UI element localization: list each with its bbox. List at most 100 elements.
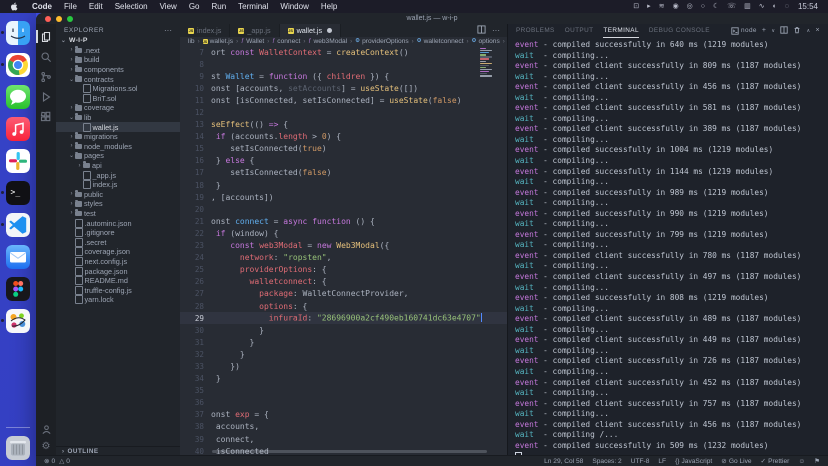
menu-item-go[interactable]: Go [183, 2, 206, 11]
zoom-window-button[interactable] [67, 16, 73, 22]
messages-icon[interactable] [6, 85, 30, 109]
record-icon[interactable]: ◉ [673, 3, 679, 10]
art-icon[interactable] [1, 309, 30, 333]
menu-item-window[interactable]: Window [274, 2, 314, 11]
tab-_appjs[interactable]: JS _app.js [230, 24, 280, 37]
notifications-bell-icon[interactable]: ⚑ [814, 457, 820, 465]
code-line[interactable]: 31 } [180, 336, 507, 348]
code-line[interactable]: 11 onst [isConnected, setIsConnected] = u… [180, 94, 507, 106]
code-editor[interactable]: 7 ort const WalletContext = createContext… [180, 46, 507, 456]
file-tree-item[interactable]: index.js [56, 180, 180, 190]
terminal-icon[interactable]: >_ [1, 181, 30, 205]
warnings-indicator[interactable]: △ 0 [59, 457, 70, 466]
menu-item-run[interactable]: Run [205, 2, 232, 11]
file-tree-item[interactable]: yarn.lock [56, 295, 180, 305]
file-tree-root[interactable]: ⌄ W-I-P [56, 36, 180, 46]
code-line[interactable]: 37 onst exp = { [180, 409, 507, 421]
menu-item-edit[interactable]: Edit [83, 2, 109, 11]
status-cursor-position[interactable]: Ln 29, Col 58 [544, 458, 583, 465]
code-line[interactable]: 17 setIsConnected(false) [180, 167, 507, 179]
siri-icon[interactable]: ◌ [785, 3, 789, 10]
file-tree-item[interactable]: ⌄ lib [56, 113, 180, 123]
file-tree-item[interactable]: .gitignore [56, 228, 180, 238]
close-window-button[interactable] [45, 16, 51, 22]
code-line[interactable]: 9 st Wallet = function ({ children }) { [180, 70, 507, 82]
code-line[interactable]: 15 setIsConnected(true) [180, 143, 507, 155]
code-line[interactable]: 13 seEffect(() => { [180, 119, 507, 131]
file-tree-item[interactable]: › build [56, 55, 180, 65]
breadcrumb-item-wallet.js[interactable]: JS wallet.js [202, 38, 233, 45]
terminal-output[interactable]: event - compiled successfully in 640 ms … [508, 37, 828, 456]
panel-tab-debug-console[interactable]: DEBUG CONSOLE [649, 24, 710, 38]
menu-item-help[interactable]: Help [315, 2, 343, 11]
code-line[interactable]: 22 if (window) { [180, 227, 507, 239]
code-line[interactable]: 38 accounts, [180, 421, 507, 433]
vscode-icon[interactable] [1, 213, 30, 237]
file-tree-item[interactable]: .secret [56, 237, 180, 247]
kill-terminal-icon[interactable] [793, 26, 801, 36]
code-line[interactable]: 18 } [180, 179, 507, 191]
finder-icon[interactable] [1, 21, 30, 45]
mail-icon[interactable] [6, 245, 30, 269]
editor-more-actions-icon[interactable]: ··· [492, 26, 500, 35]
camera-icon[interactable]: ▸ [647, 3, 651, 10]
file-tree-item[interactable]: Migrations.sol [56, 84, 180, 94]
account-icon[interactable] [41, 424, 52, 438]
file-tree-item[interactable]: › test [56, 209, 180, 219]
breadcrumb-item-web3Modal[interactable]: ƒ web3Modal [308, 38, 347, 45]
maximize-panel-icon[interactable]: ∧ [806, 28, 810, 34]
code-line[interactable]: 12 [180, 106, 507, 118]
status-language[interactable]: {} JavaScript [675, 458, 712, 465]
menu-bar-clock[interactable]: 15:54 [798, 2, 818, 11]
file-tree-item[interactable]: .autominc.json [56, 218, 180, 228]
file-tree-item[interactable]: package.json [56, 266, 180, 276]
file-tree-item[interactable]: › coverage [56, 103, 180, 113]
code-line[interactable]: 7 ort const WalletContext = createContext… [180, 46, 507, 58]
phone-icon[interactable]: ☏ [727, 3, 736, 10]
control-center-icon[interactable]: ◐ [773, 3, 777, 10]
figma-icon[interactable] [6, 277, 30, 301]
status-go-live[interactable]: ⊘ Go Live [721, 457, 751, 466]
trash-icon[interactable] [6, 436, 30, 460]
file-tree-item[interactable]: › .next [56, 46, 180, 56]
keyboard-brightness-icon[interactable]: ▥ [744, 3, 751, 10]
code-line[interactable]: 16 } else { [180, 155, 507, 167]
status-indentation[interactable]: Spaces: 2 [592, 458, 621, 465]
breadcrumb-item-providerOptions[interactable]: ⚙ providerOptions [355, 38, 408, 45]
code-line[interactable]: 20 [180, 203, 507, 215]
breadcrumb-item-lib[interactable]: lib [188, 38, 195, 45]
code-line[interactable]: 23 const web3Modal = new Web3Modal({ [180, 240, 507, 252]
feedback-icon[interactable]: ☺ [798, 458, 805, 465]
code-line[interactable]: 21 onst connect = async function () { [180, 215, 507, 227]
menu-item-file[interactable]: File [58, 2, 83, 11]
file-tree-item[interactable]: BriT.sol [56, 93, 180, 104]
close-panel-icon[interactable]: × [816, 27, 821, 34]
file-tree-item[interactable]: wallet.js [56, 122, 180, 132]
tab-walletjs[interactable]: JS wallet.js [279, 24, 342, 37]
file-tree-item[interactable]: ⌄ pages [56, 151, 180, 161]
file-tree-item[interactable]: coverage.json [56, 247, 180, 257]
chrome-icon[interactable] [1, 53, 30, 77]
settings-gear-icon[interactable]: ⚙ [42, 442, 51, 452]
network-icon[interactable]: ≋ [659, 3, 665, 10]
extensions-icon[interactable] [36, 108, 56, 125]
code-line[interactable]: 26 walletconnect: { [180, 276, 507, 288]
panel-tab-terminal[interactable]: TERMINAL [603, 24, 639, 38]
code-line[interactable]: 14 if (accounts.length > 0) { [180, 131, 507, 143]
run-debug-icon[interactable] [36, 88, 56, 105]
code-line[interactable]: 30 } [180, 324, 507, 336]
file-tree-item[interactable]: › node_modules [56, 142, 180, 152]
explorer-header[interactable]: EXPLORER [64, 27, 104, 34]
file-tree-item[interactable]: › styles [56, 199, 180, 209]
panel-tab-problems[interactable]: PROBLEMS [516, 24, 555, 38]
code-line[interactable]: 34 } [180, 373, 507, 385]
search-icon[interactable] [36, 48, 56, 65]
breadcrumb-item-connect[interactable]: ƒ connect [272, 38, 300, 45]
split-terminal-icon[interactable] [780, 25, 789, 36]
status-encoding[interactable]: UTF-8 [631, 458, 650, 465]
code-line[interactable]: 19 , [accounts]) [180, 191, 507, 203]
file-tree-item[interactable]: README.md [56, 276, 180, 286]
file-tree-item[interactable]: › public [56, 190, 180, 200]
file-tree-item[interactable]: next.config.js [56, 256, 180, 267]
search-icon[interactable]: ○ [701, 3, 705, 10]
